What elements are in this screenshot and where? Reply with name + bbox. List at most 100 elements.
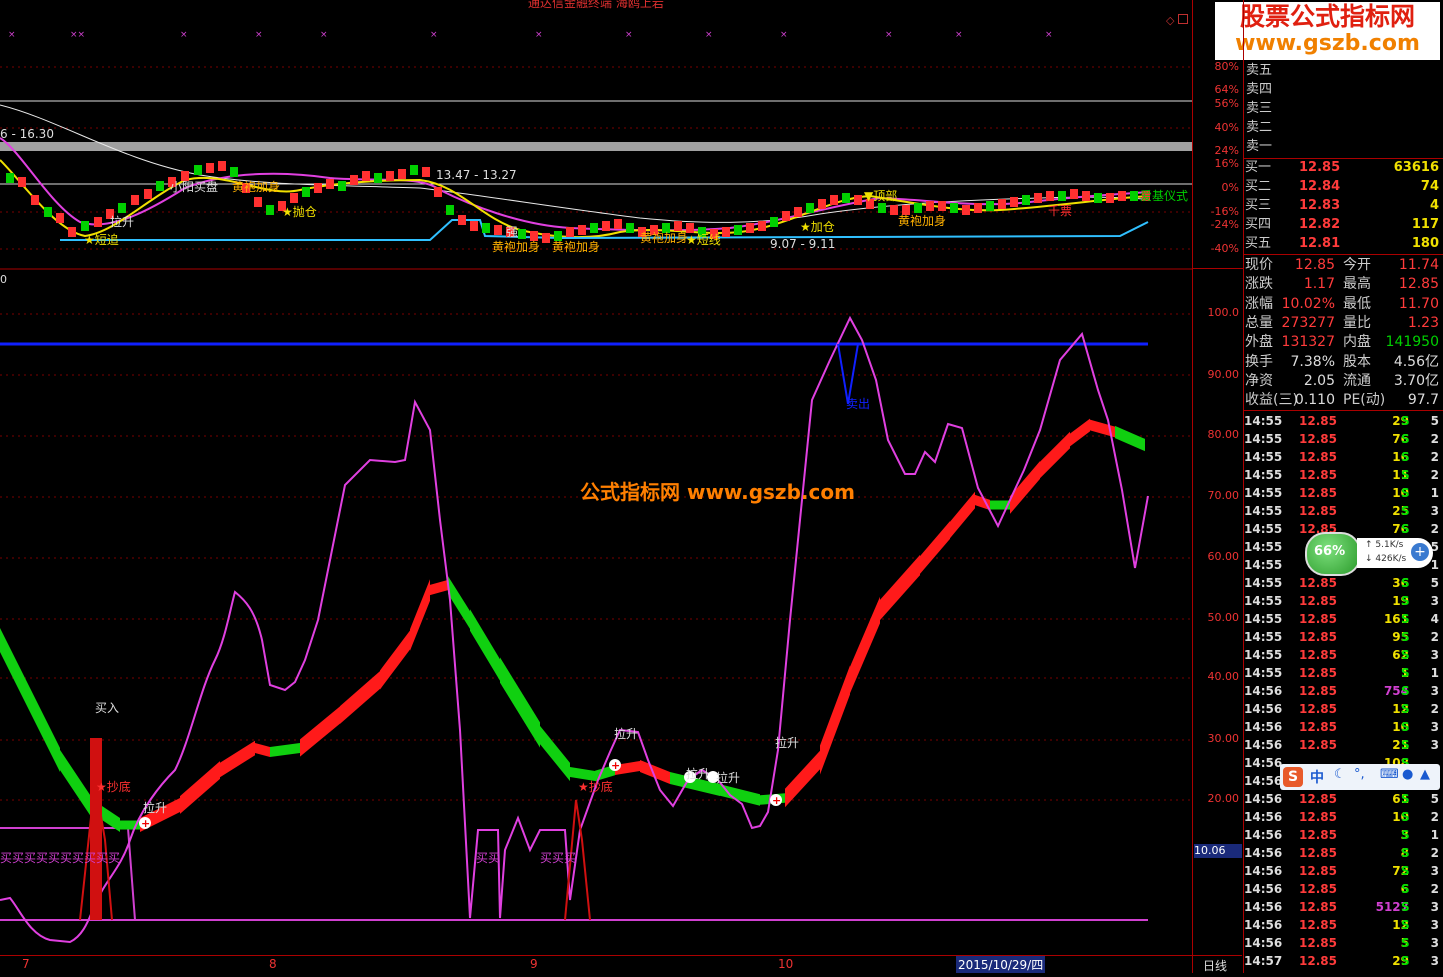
ribbon-segment — [500, 657, 540, 748]
candle — [1118, 191, 1126, 201]
candle — [926, 201, 934, 211]
tick-count: 3 — [1430, 900, 1439, 914]
restore-icon[interactable] — [1178, 14, 1188, 24]
tick-row: 14:56 12.85 5127 S 3 — [1243, 898, 1441, 916]
candle — [566, 227, 574, 237]
tick-count: 3 — [1430, 738, 1439, 752]
network-speed-widget[interactable]: 66% ↑ 5.1K/s ↓ 426K/s + — [1305, 532, 1433, 576]
axis-value-label: 20.00 — [1207, 792, 1240, 805]
candle — [854, 195, 862, 205]
bid-row: 买三 12.83 4 — [1243, 197, 1441, 215]
tick-time: 14:56 — [1244, 756, 1283, 770]
tick-price: 12.85 — [1299, 504, 1337, 518]
ribbon-segment — [1070, 418, 1090, 447]
candle — [6, 173, 14, 183]
stat-label: 内盘 — [1343, 334, 1371, 351]
tick-count: 3 — [1430, 648, 1439, 662]
tick-side: S — [1401, 594, 1410, 608]
tick-row: 14:55 12.85 62 S 3 — [1243, 646, 1441, 664]
svg-text:×: × — [885, 30, 893, 40]
candle — [374, 173, 382, 183]
candle — [446, 205, 454, 215]
tick-row: 14:57 12.85 29 S 3 — [1243, 952, 1441, 970]
stat-label: 股本 — [1343, 353, 1371, 370]
tick-price: 12.85 — [1299, 828, 1337, 842]
bid-volume: 74 — [1420, 179, 1439, 194]
rise-label: 拉升 — [775, 735, 799, 750]
candle — [722, 227, 730, 237]
ribbon-segment — [920, 521, 950, 574]
tick-row: 14:56 12.85 6 S 2 — [1243, 880, 1441, 898]
chart-area[interactable]: × ×× × × × × × × × × × × × 6 - 16.30 13.47 - 13.… — [0, 0, 1192, 973]
tick-price: 12.85 — [1299, 936, 1337, 950]
stat-label: 流通 — [1343, 372, 1371, 389]
tick-price: 12.85 — [1299, 414, 1337, 428]
buy-small-label: 买买 — [476, 851, 500, 865]
candle — [81, 221, 89, 231]
plus-icon[interactable]: + — [1411, 543, 1429, 561]
sogou-s-icon[interactable]: S — [1283, 767, 1303, 787]
stat-value: 12.85 — [1398, 276, 1439, 293]
tick-time: 14:55 — [1244, 504, 1283, 518]
tick-price: 12.85 — [1299, 594, 1337, 608]
ribbon-segment — [1040, 431, 1070, 479]
keyboard-icon[interactable]: ⌨ — [1380, 767, 1399, 782]
ribbon-segment — [60, 749, 90, 816]
candle — [482, 223, 490, 233]
tick-row: 14:56 12.85 5 S 3 — [1243, 934, 1441, 952]
candle — [144, 189, 152, 199]
stat-value: 273277 — [1281, 314, 1335, 331]
candle — [218, 161, 226, 171]
signal-label: 强 — [506, 225, 518, 239]
tick-count: 2 — [1430, 468, 1439, 482]
candle — [31, 195, 39, 205]
tick-side: S — [1401, 810, 1410, 824]
candle — [1046, 191, 1054, 201]
candle — [206, 163, 214, 173]
candle — [806, 203, 814, 213]
stat-value: 141950 — [1385, 334, 1439, 351]
signal-label: 拉升 — [110, 214, 134, 229]
bid-label: 买二 — [1245, 179, 1272, 194]
ime-mode-label[interactable]: 中 — [1310, 767, 1324, 787]
tick-time: 14:55 — [1244, 450, 1283, 464]
tick-time: 14:55 — [1244, 540, 1283, 554]
month-label: 10 — [778, 957, 794, 971]
stat-value: 97.7 — [1407, 392, 1439, 409]
ribbon-segment — [340, 671, 380, 724]
download-speed: ↓ 426K/s — [1365, 554, 1407, 564]
right-axis: 80% 64% 56% 40% 24% 16% 0% -16% -24% -40… — [1192, 0, 1243, 973]
axis-pct-label: 80% — [1214, 60, 1239, 73]
stat-value: 1.23 — [1407, 314, 1439, 331]
moon-icon[interactable]: ☾ — [1334, 767, 1346, 782]
stat-value: 11.74 — [1398, 257, 1439, 273]
period-selector[interactable]: 日线 — [1203, 957, 1227, 974]
svg-text:×: × — [780, 30, 788, 40]
tick-side: S — [1401, 414, 1410, 428]
trend-ribbon — [0, 418, 1145, 832]
ask-row: 卖一 — [1246, 139, 1273, 154]
candle — [302, 187, 310, 197]
ribbon-segment — [640, 760, 670, 784]
diamond-icon[interactable]: ◇ — [1166, 14, 1174, 27]
axis-pct-label: 56% — [1214, 97, 1239, 110]
tick-time: 14:55 — [1244, 630, 1283, 644]
shirt-icon[interactable]: ▲ — [1420, 767, 1430, 782]
ribbon-segment — [880, 554, 920, 621]
axis-pct-label: 64% — [1214, 83, 1239, 96]
candles — [6, 161, 1150, 243]
buy-bar-large — [90, 738, 102, 920]
ribbon-segment — [300, 706, 340, 757]
stat-label: 外盘 — [1245, 334, 1273, 351]
tick-count: 1 — [1430, 486, 1439, 500]
ime-toolbar[interactable]: S 中 ☾ °, ⌨ ● ▲ — [1280, 764, 1440, 790]
user-icon[interactable]: ● — [1402, 767, 1413, 782]
tick-row: 14:55 12.85 11 S 2 — [1243, 466, 1441, 484]
tick-side: S — [1401, 936, 1410, 950]
signal-label: 爱基仪式 — [1140, 189, 1188, 203]
ribbon-segment — [1115, 425, 1145, 452]
bid-row: 买一 12.85 63616 — [1243, 159, 1441, 177]
punct-icon[interactable]: °, — [1354, 767, 1365, 782]
tick-time: 14:55 — [1244, 594, 1283, 608]
buy-small-label: 买买买 — [540, 851, 576, 865]
